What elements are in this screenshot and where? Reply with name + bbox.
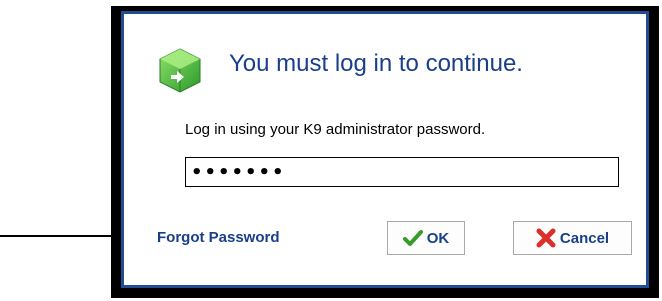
ok-button-label: OK xyxy=(426,229,450,247)
login-dialog: You must log in to continue. Log in usin… xyxy=(111,6,659,298)
dialog-frame: You must log in to continue. Log in usin… xyxy=(116,11,654,293)
dialog-body: You must log in to continue. Log in usin… xyxy=(121,11,649,288)
dialog-title: You must log in to continue. xyxy=(229,50,523,77)
ok-button[interactable]: OK xyxy=(387,221,465,255)
forgot-password-link[interactable]: Forgot Password xyxy=(157,229,280,246)
green-box-icon xyxy=(159,48,201,93)
cancel-button[interactable]: Cancel xyxy=(513,221,632,255)
password-field[interactable] xyxy=(185,157,619,187)
instructions-text: Log in using your K9 administrator passw… xyxy=(185,121,486,138)
cancel-button-label: Cancel xyxy=(559,229,610,247)
checkmark-icon xyxy=(402,230,423,246)
red-x-icon xyxy=(536,228,556,248)
